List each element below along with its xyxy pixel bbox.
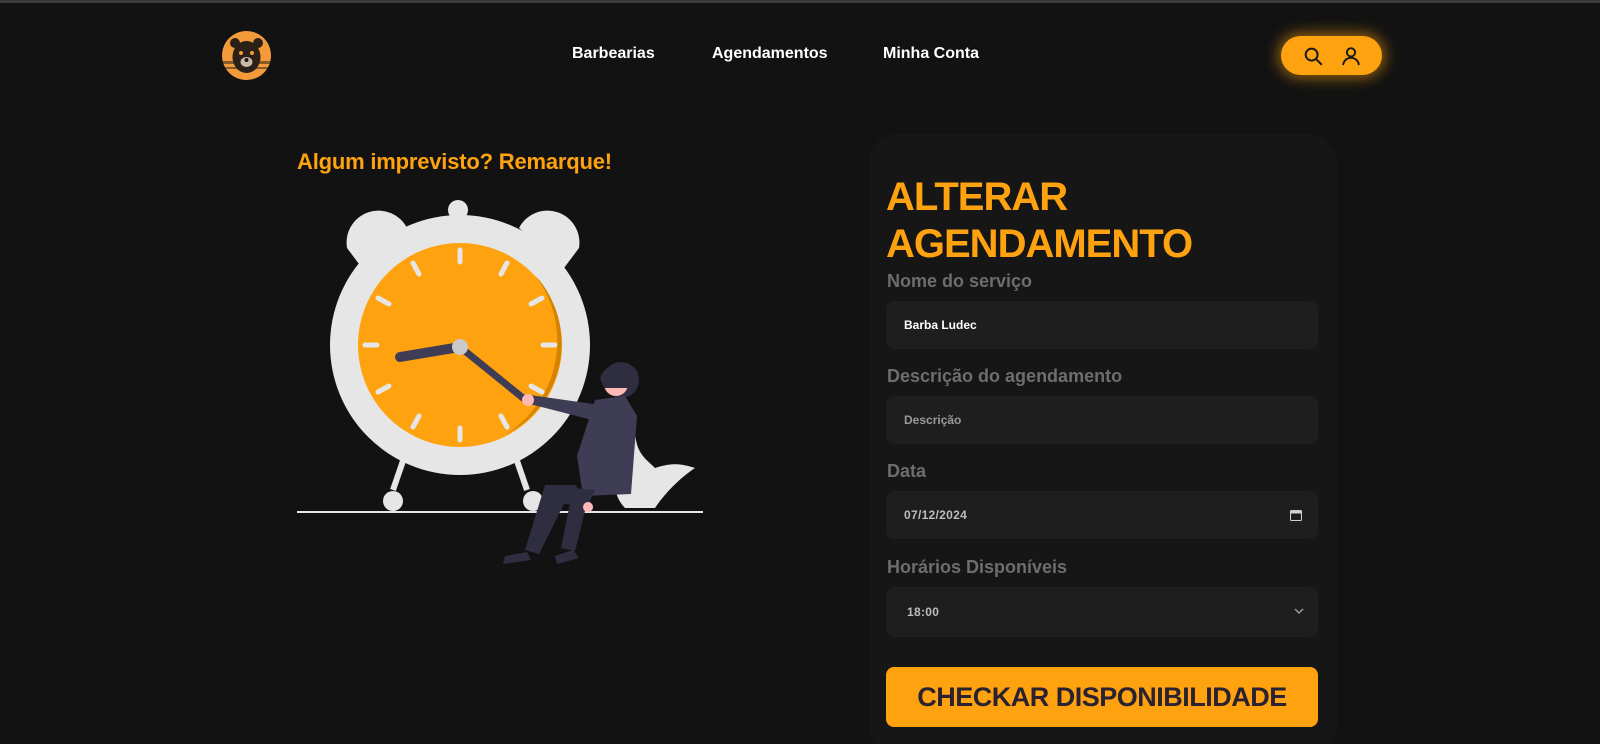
form-title: ALTERAR AGENDAMENTO	[886, 175, 1193, 266]
check-availability-button[interactable]: CHECKAR DISPONIBILIDADE	[886, 667, 1318, 727]
nav-minha-conta[interactable]: Minha Conta	[883, 45, 979, 63]
user-icon[interactable]	[1340, 45, 1362, 67]
alarm-clock-woman-illustration	[297, 200, 703, 564]
date-value: 07/12/2024	[904, 508, 968, 522]
nav-agendamentos[interactable]: Agendamentos	[712, 45, 828, 63]
promo-title: Algum imprevisto? Remarque!	[297, 149, 612, 174]
service-label: Nome do serviço	[887, 271, 1033, 291]
date-input[interactable]: 07/12/2024	[886, 491, 1318, 539]
time-selected-value: 18:00	[907, 605, 940, 619]
chevron-down-icon	[1294, 608, 1304, 615]
window-top-border	[0, 0, 1600, 3]
service-name-value: Barba Ludec	[904, 318, 977, 332]
header-actions	[1281, 36, 1382, 75]
description-input[interactable]: Descrição	[886, 396, 1318, 444]
description-placeholder: Descrição	[904, 413, 962, 427]
search-icon[interactable]	[1302, 45, 1324, 67]
time-select[interactable]: 18:00	[886, 587, 1318, 637]
calendar-icon[interactable]	[1290, 509, 1302, 521]
time-label: Horários Disponíveis	[887, 557, 1068, 577]
date-label: Data	[887, 461, 927, 481]
service-name-field[interactable]: Barba Ludec	[886, 301, 1318, 349]
description-label: Descrição do agendamento	[887, 366, 1123, 386]
nav-barbearias[interactable]: Barbearias	[572, 45, 655, 63]
